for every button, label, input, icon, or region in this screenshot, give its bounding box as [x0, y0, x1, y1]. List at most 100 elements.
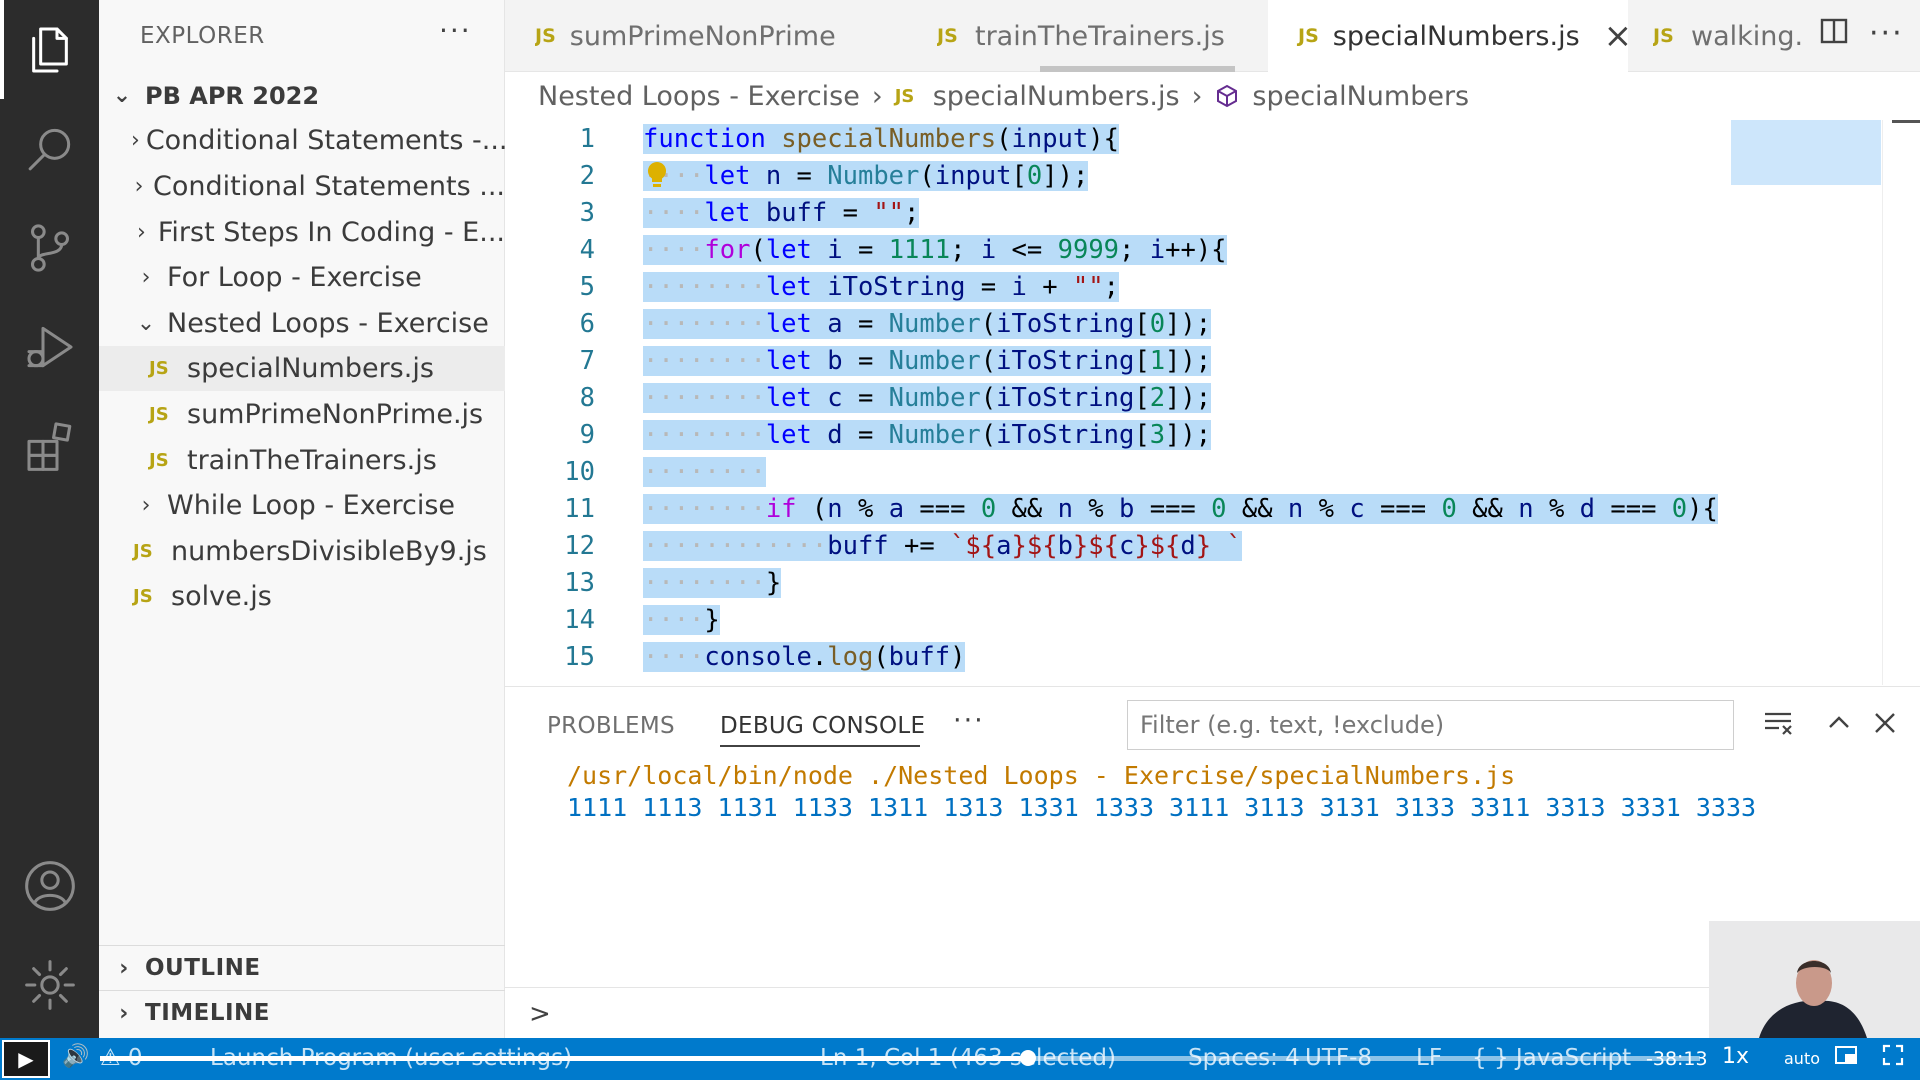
status-bar: ▶ 🔊 ⚠ 0 Launch Program (user settings) L… [0, 1038, 1920, 1080]
run-debug-icon[interactable] [0, 297, 99, 396]
tree-item-label: Nested Loops - Exercise [167, 308, 489, 339]
tree-item-label: First Steps In Coding - E... [157, 217, 505, 248]
tree-item-label: While Loop - Exercise [167, 490, 456, 521]
more-actions-icon[interactable]: ··· [1869, 16, 1904, 51]
tree-item-label: Conditional Statements -... [145, 125, 505, 156]
code-line: 10 ········ [505, 453, 1905, 490]
tree-file[interactable]: JS solve.js [99, 574, 505, 619]
code-line: 5 ········let iToString = i + ""; [505, 268, 1905, 305]
tree-file[interactable]: JS numbersDivisibleBy9.js [99, 529, 505, 574]
extensions-icon[interactable] [0, 396, 99, 495]
code-line: 3 ····let buff = ""; [505, 194, 1905, 231]
chevron-right-icon: › [119, 955, 129, 981]
code-line: 15 ····console.log(buff) [505, 638, 1905, 675]
clear-console-icon[interactable] [1763, 709, 1795, 744]
source-control-icon[interactable] [0, 198, 99, 297]
tree-item-label: numbersDivisibleBy9.js [171, 536, 487, 567]
tree-folder[interactable]: › Conditional Statements -... [99, 118, 505, 163]
video-progress-fill [100, 1056, 1028, 1061]
video-progress-bar[interactable] [100, 1050, 1700, 1066]
code-text: ········let c = Number(iToString[2]); [643, 382, 1212, 413]
gear-icon[interactable] [0, 935, 99, 1034]
tab-walking[interactable]: JS walking. [1653, 0, 1811, 72]
code-text: function specialNumbers(input){ [643, 123, 1119, 154]
js-file-icon: JS [1298, 25, 1319, 47]
code-line: 1 function specialNumbers(input){ [505, 120, 1905, 157]
volume-icon[interactable]: 🔊 [62, 1044, 89, 1069]
line-number: 7 [579, 345, 595, 376]
more-actions-icon[interactable]: ··· [439, 14, 472, 47]
breadcrumb-file[interactable]: specialNumbers.js [933, 81, 1180, 112]
video-progress-handle[interactable] [1020, 1050, 1036, 1066]
console-filter-input[interactable]: Filter (e.g. text, !exclude) [1127, 700, 1734, 750]
code-line: 2 ····let n = Number(input[0]); [505, 157, 1905, 194]
tree-item-label: solve.js [171, 581, 272, 612]
tree-file-selected[interactable]: JS specialNumbers.js [99, 346, 505, 391]
tree-folder[interactable]: › For Loop - Exercise [99, 255, 505, 300]
tab-trainTheTrainers[interactable]: JS trainTheTrainers.js [937, 0, 1227, 72]
code-line: 13 ········} [505, 564, 1905, 601]
outline-section[interactable]: › OUTLINE [99, 945, 505, 990]
line-number: 14 [564, 604, 595, 635]
search-icon[interactable] [0, 99, 99, 198]
tree-file[interactable]: JS trainTheTrainers.js [99, 438, 505, 483]
line-number: 15 [564, 641, 595, 672]
tab-label: sumPrimeNonPrime.js [569, 20, 835, 52]
workspace-root[interactable]: ⌄ PB APR 2022 [99, 73, 505, 118]
line-number: 13 [564, 567, 595, 598]
tab-label: specialNumbers.js [1332, 20, 1580, 52]
code-line: 9 ········let d = Number(iToString[3]); [505, 416, 1905, 453]
tree-folder[interactable]: ⌄ Nested Loops - Exercise [99, 301, 505, 346]
code-text: ····console.log(buff) [643, 641, 966, 672]
timeline-section[interactable]: › TIMELINE [99, 990, 505, 1035]
js-file-icon: JS [535, 25, 556, 47]
tab-specialNumbers[interactable]: JS specialNumbers.js × [1268, 0, 1628, 72]
line-number: 10 [564, 456, 595, 487]
tree-folder[interactable]: › While Loop - Exercise [99, 483, 505, 528]
fullscreen-icon[interactable] [1882, 1044, 1904, 1072]
tree-item-label: trainTheTrainers.js [187, 445, 437, 476]
code-text: ····let n = Number(input[0]); [643, 160, 1089, 191]
breadcrumb-symbol[interactable]: specialNumbers [1252, 81, 1469, 112]
tree-item-label: sumPrimeNonPrime.js [187, 399, 484, 430]
console-prompt[interactable]: > [529, 999, 551, 1029]
code-line: 8 ········let c = Number(iToString[2]); [505, 379, 1905, 416]
tab-sumPrimeNonPrime[interactable]: JS sumPrimeNonPrime.js [535, 0, 835, 72]
tab-debug-console[interactable]: DEBUG CONSOLE [720, 713, 925, 739]
lightbulb-icon[interactable] [645, 160, 669, 190]
picture-in-picture-icon[interactable] [1834, 1044, 1858, 1072]
tab-label: trainTheTrainers.js [975, 20, 1225, 52]
explorer-icon[interactable] [0, 0, 99, 99]
tree-item-label: For Loop - Exercise [167, 262, 422, 293]
code-editor[interactable]: 1 function specialNumbers(input){ 2 ····… [505, 120, 1920, 685]
breadcrumb-folder[interactable]: Nested Loops - Exercise [538, 81, 860, 112]
code-text: ········let d = Number(iToString[3]); [643, 419, 1212, 450]
maximize-panel-icon[interactable] [1825, 709, 1853, 744]
account-icon[interactable] [0, 836, 99, 935]
chevron-right-icon: › [141, 265, 151, 290]
console-command: /usr/local/bin/node ./Nested Loops - Exe… [567, 761, 1516, 790]
close-icon[interactable]: × [1604, 16, 1628, 56]
code-text: ············buff += `${a}${b}${c}${d} ` [643, 530, 1242, 561]
symbol-method-icon [1217, 84, 1238, 108]
chevron-right-icon: › [119, 1000, 129, 1026]
active-tab-indicator [720, 745, 920, 747]
playback-speed[interactable]: 1x [1722, 1044, 1749, 1069]
tree-folder[interactable]: › First Steps In Coding - E... [99, 210, 505, 255]
chevron-right-icon: › [131, 128, 140, 153]
explorer-sidebar: EXPLORER ··· ⌄ PB APR 2022 › Conditional… [99, 0, 505, 1038]
video-quality[interactable]: auto [1784, 1049, 1820, 1068]
more-actions-icon[interactable]: ··· [953, 705, 985, 736]
line-number: 3 [579, 197, 595, 228]
section-label: OUTLINE [145, 955, 261, 981]
editor-tabs: JS sumPrimeNonPrime.js JS trainTheTraine… [505, 0, 1920, 72]
close-panel-icon[interactable] [1871, 709, 1899, 744]
tree-file[interactable]: JS sumPrimeNonPrime.js [99, 392, 505, 437]
code-line: 7 ········let b = Number(iToString[1]); [505, 342, 1905, 379]
tab-problems[interactable]: PROBLEMS [547, 713, 675, 739]
js-file-icon: JS [937, 25, 958, 47]
split-editor-icon[interactable] [1819, 16, 1849, 54]
play-icon[interactable]: ▶ [2, 1040, 50, 1078]
code-line: 12 ············buff += `${a}${b}${c}${d}… [505, 527, 1905, 564]
tree-folder[interactable]: › Conditional Statements ... [99, 164, 505, 209]
